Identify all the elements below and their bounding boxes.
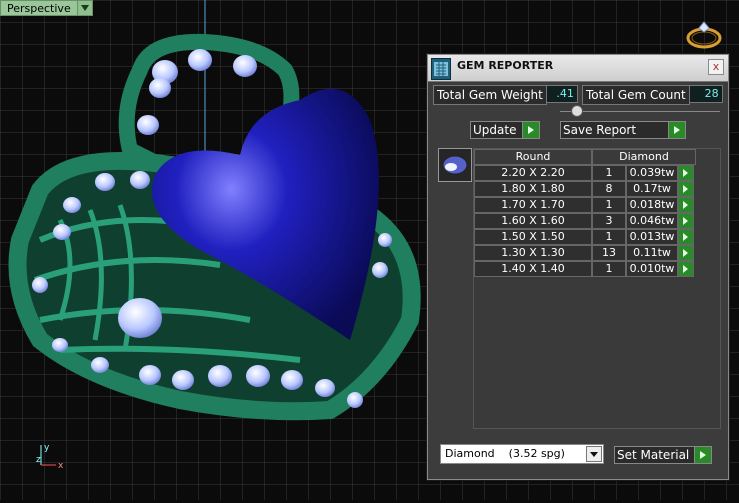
table-row[interactable]: 1.50 X 1.50 1 0.013tw bbox=[474, 229, 694, 245]
gem-reporter-panel: GEM REPORTER x Total Gem Weight .41 Tota… bbox=[427, 54, 729, 480]
gem-count-cell: 1 bbox=[592, 229, 626, 245]
gem-weight-cell: 0.046tw bbox=[626, 213, 678, 229]
go-arrow-icon[interactable] bbox=[678, 245, 694, 261]
set-material-button-label: Set Material bbox=[617, 448, 690, 462]
dropdown-arrow-icon[interactable] bbox=[586, 446, 602, 462]
table-row[interactable]: 1.80 X 1.80 8 0.17tw bbox=[474, 181, 694, 197]
gem-weight-cell: 0.17tw bbox=[626, 181, 678, 197]
gem-weight-cell: 0.11tw bbox=[626, 245, 678, 261]
material-name: Diamond bbox=[445, 447, 495, 460]
table-row[interactable]: 1.40 X 1.40 1 0.010tw bbox=[474, 261, 694, 277]
axis-indicator: y z x bbox=[36, 440, 76, 473]
gem-count-cell: 1 bbox=[592, 261, 626, 277]
axis-z-label: z bbox=[36, 455, 41, 465]
panel-slider-track bbox=[560, 111, 720, 112]
gem-size-cell: 1.60 X 1.60 bbox=[474, 213, 592, 229]
gem-size-cell: 2.20 X 2.20 bbox=[474, 165, 592, 181]
gem-count-cell: 1 bbox=[592, 197, 626, 213]
gem-table: Round Diamond 2.20 X 2.20 1 0.039tw 1.80 X … bbox=[473, 148, 721, 429]
go-arrow-icon[interactable] bbox=[678, 181, 694, 197]
panel-slider-handle[interactable] bbox=[571, 105, 583, 117]
gem-count-cell: 8 bbox=[592, 181, 626, 197]
gem-thumb-icon[interactable] bbox=[438, 148, 472, 182]
total-gem-weight-label: Total Gem Weight bbox=[433, 85, 547, 105]
axis-y-label: y bbox=[44, 443, 50, 453]
gem-count-cell: 1 bbox=[592, 165, 626, 181]
save-report-go-icon[interactable] bbox=[668, 122, 685, 138]
gem-size-cell: 1.40 X 1.40 bbox=[474, 261, 592, 277]
viewport-mode-dropdown-icon[interactable] bbox=[77, 0, 93, 16]
gem-count-cell: 13 bbox=[592, 245, 626, 261]
go-arrow-icon[interactable] bbox=[678, 229, 694, 245]
total-gem-weight: Total Gem Weight .41 bbox=[433, 85, 578, 105]
close-icon[interactable]: x bbox=[708, 59, 724, 75]
table-row[interactable]: 1.30 X 1.30 13 0.11tw bbox=[474, 245, 694, 261]
panel-titlebar[interactable]: GEM REPORTER x bbox=[428, 55, 728, 82]
update-button-label: Update bbox=[473, 123, 517, 137]
go-arrow-icon[interactable] bbox=[678, 213, 694, 229]
gem-reporter-icon bbox=[431, 58, 451, 80]
viewport-mode-tab[interactable]: Perspective bbox=[0, 0, 93, 16]
total-gem-count-value: 28 bbox=[689, 85, 723, 103]
update-go-icon[interactable] bbox=[522, 122, 539, 138]
col-header-shape: Round bbox=[474, 149, 592, 165]
table-row[interactable]: 1.70 X 1.70 1 0.018tw bbox=[474, 197, 694, 213]
total-gem-count-label: Total Gem Count bbox=[582, 85, 690, 105]
save-report-button-label: Save Report bbox=[563, 123, 637, 137]
material-spg: (3.52 spg) bbox=[508, 447, 565, 460]
gem-size-cell: 1.70 X 1.70 bbox=[474, 197, 592, 213]
ring-icon[interactable] bbox=[684, 20, 724, 50]
set-material-button[interactable]: Set Material bbox=[614, 446, 712, 464]
gem-weight-cell: 0.018tw bbox=[626, 197, 678, 213]
material-select[interactable]: Diamond (3.52 spg) bbox=[440, 444, 604, 464]
total-gem-weight-value: .41 bbox=[546, 85, 578, 103]
set-material-go-icon[interactable] bbox=[694, 447, 711, 463]
total-gem-count: Total Gem Count 28 bbox=[582, 85, 723, 105]
save-report-button[interactable]: Save Report bbox=[560, 121, 686, 139]
update-button[interactable]: Update bbox=[470, 121, 540, 139]
material-select-value: Diamond (3.52 spg) bbox=[445, 445, 565, 463]
panel-title: GEM REPORTER bbox=[457, 59, 554, 72]
gem-size-cell: 1.50 X 1.50 bbox=[474, 229, 592, 245]
col-header-material: Diamond bbox=[592, 149, 696, 165]
table-row[interactable]: 2.20 X 2.20 1 0.039tw bbox=[474, 165, 694, 181]
gem-count-cell: 3 bbox=[592, 213, 626, 229]
gem-weight-cell: 0.013tw bbox=[626, 229, 678, 245]
gem-size-cell: 1.30 X 1.30 bbox=[474, 245, 592, 261]
gem-size-cell: 1.80 X 1.80 bbox=[474, 181, 592, 197]
table-row[interactable]: 1.60 X 1.60 3 0.046tw bbox=[474, 213, 694, 229]
viewport-mode-label[interactable]: Perspective bbox=[0, 0, 78, 16]
go-arrow-icon[interactable] bbox=[678, 165, 694, 181]
go-arrow-icon[interactable] bbox=[678, 197, 694, 213]
gem-weight-cell: 0.039tw bbox=[626, 165, 678, 181]
gem-weight-cell: 0.010tw bbox=[626, 261, 678, 277]
go-arrow-icon[interactable] bbox=[678, 261, 694, 277]
gem-table-header: Round Diamond bbox=[474, 149, 696, 165]
axis-x-label: x bbox=[58, 461, 64, 470]
